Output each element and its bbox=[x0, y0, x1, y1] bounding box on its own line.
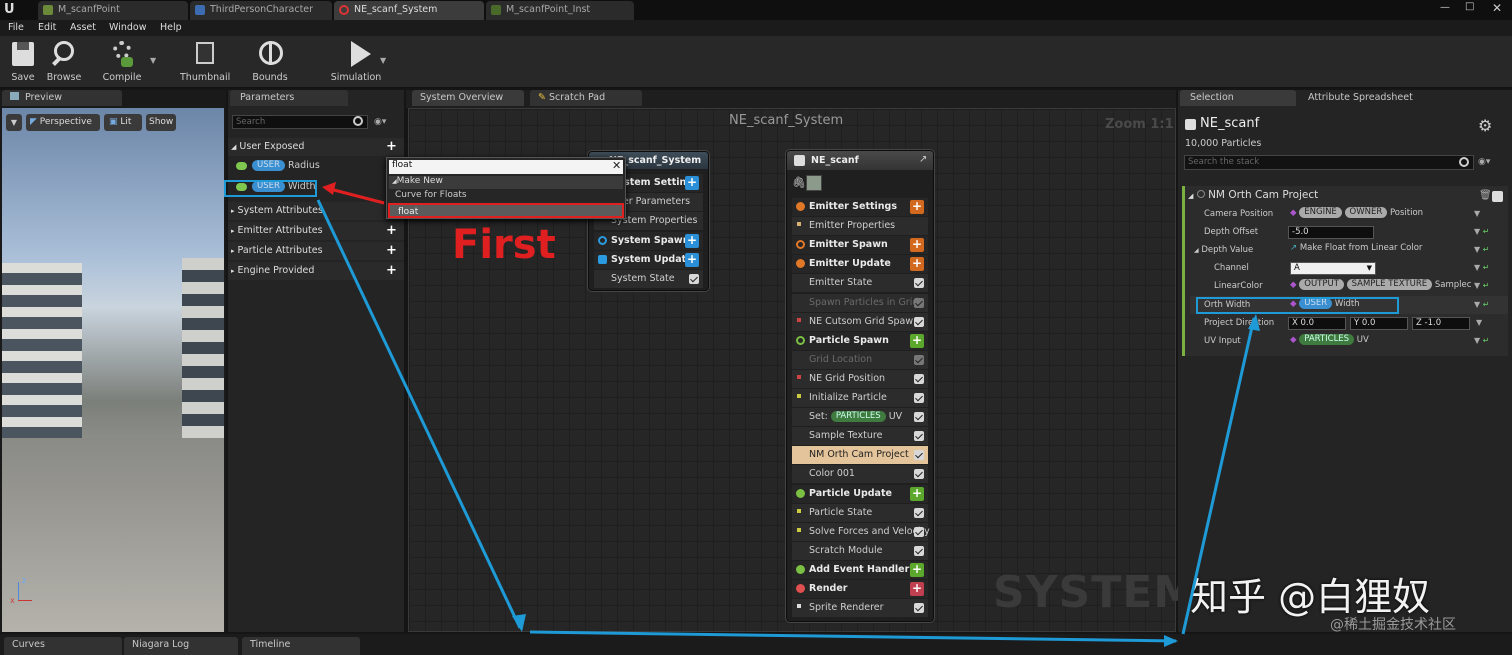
annotation-arrows bbox=[316, 182, 1260, 647]
red-annotation-arrow bbox=[322, 182, 385, 205]
blue-annotation-path bbox=[316, 199, 1256, 643]
blue-arrowhead-up bbox=[1248, 314, 1260, 331]
blue-arrowhead-right bbox=[1164, 635, 1178, 647]
blue-arrowhead-down bbox=[512, 614, 526, 632]
